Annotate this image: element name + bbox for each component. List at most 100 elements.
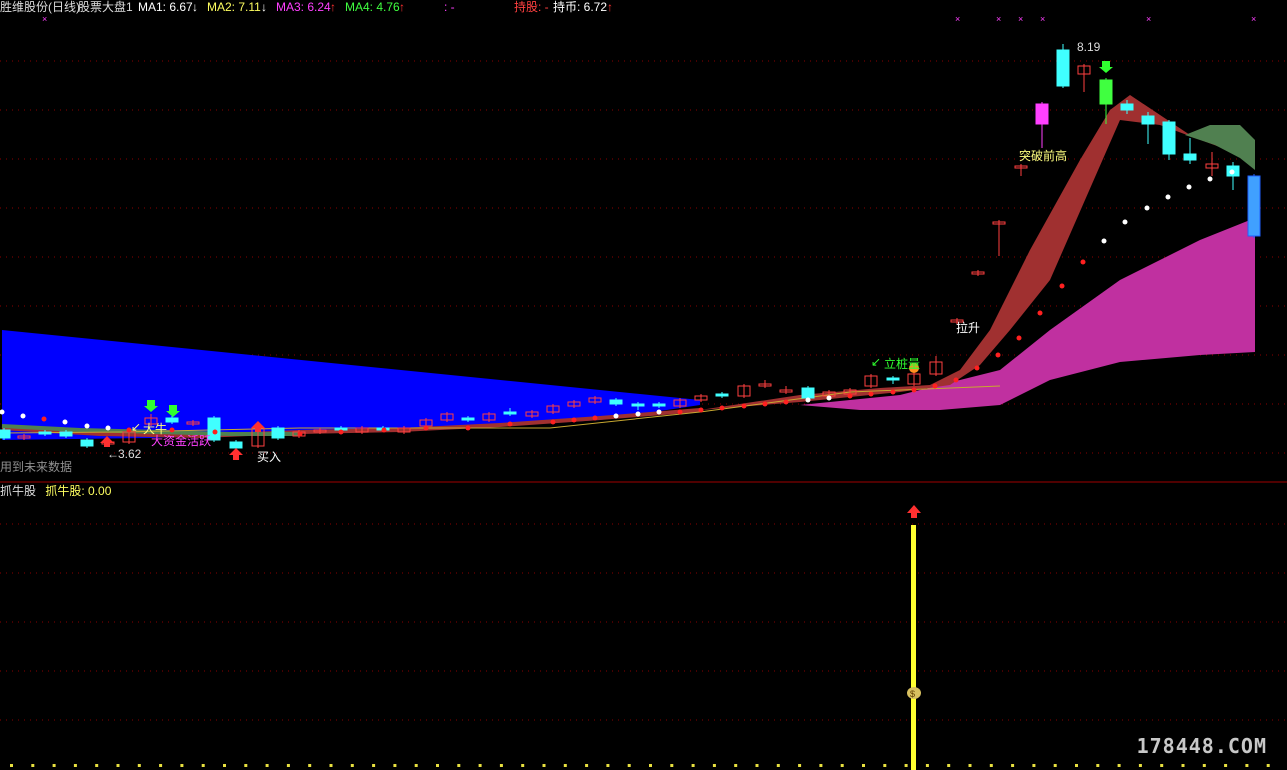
red-dot — [783, 399, 789, 405]
bottom-dot — [904, 764, 908, 767]
bottom-dot — [542, 764, 546, 767]
candle-body — [59, 431, 73, 437]
white-dot — [20, 413, 26, 419]
bottom-dot — [1245, 764, 1249, 767]
bottom-dot — [1075, 764, 1078, 767]
hold-cash-arrow-icon: ↑ — [607, 0, 613, 14]
bottom-dot — [265, 764, 269, 767]
red-dot — [550, 419, 556, 425]
bottom-dot — [1202, 764, 1206, 767]
red-dot — [698, 407, 704, 413]
sub-panel-value: 抓牛股: 0.00 — [45, 484, 112, 498]
svg-text:×: × — [42, 14, 47, 24]
bottom-dot — [734, 764, 738, 767]
candle-body — [1183, 153, 1197, 161]
white-dot — [1207, 176, 1213, 182]
bottom-dot — [1053, 764, 1057, 767]
bottom-dot — [755, 764, 759, 767]
bottom-dot — [840, 764, 844, 767]
green-band — [1185, 125, 1255, 170]
bottom-dot — [95, 764, 99, 767]
red-dot — [762, 401, 768, 407]
ma1-value: MA1: 6.67 — [138, 0, 193, 14]
red-dot — [995, 352, 1001, 358]
candle-body — [271, 427, 285, 439]
hold-stock: 持股: - — [514, 0, 549, 14]
bottom-dot — [1181, 764, 1185, 767]
bottom-dot — [670, 764, 674, 767]
white-dot — [1101, 238, 1107, 244]
pull-up-label: 拉升 — [956, 321, 981, 335]
candle-body — [229, 441, 243, 449]
high-price-label: 8.19 — [1077, 40, 1101, 54]
svg-text:×: × — [1040, 14, 1045, 24]
big-fund-label: 大资金活跃 — [151, 434, 212, 448]
white-dot — [805, 397, 811, 403]
dash-value: : - — [444, 0, 455, 14]
sub-panel-header: 抓牛股 抓牛股: 0.00 — [0, 484, 111, 498]
candle-body — [1141, 115, 1155, 125]
white-dot — [826, 395, 832, 401]
bottom-dot — [478, 764, 482, 767]
bottom-dot — [712, 764, 716, 767]
red-arrow-up-icon — [907, 505, 921, 518]
white-dot — [656, 409, 662, 415]
bottom-dot — [627, 764, 631, 767]
bottom-dot — [585, 764, 589, 767]
red-dot — [932, 383, 938, 389]
white-dot — [1122, 219, 1128, 225]
red-dot — [847, 393, 853, 399]
stock-title: 胜维股份(日线) — [0, 0, 80, 14]
signal-bar — [911, 525, 916, 770]
candle-body — [652, 403, 666, 407]
buy-label: 买入 — [257, 450, 282, 464]
ma2-value: MA2: 7.11 — [207, 0, 261, 14]
white-dot — [62, 419, 68, 425]
svg-text:×: × — [996, 14, 1001, 24]
bottom-dot — [521, 764, 525, 767]
bottom-dot — [1011, 764, 1015, 767]
red-dot — [1059, 283, 1065, 289]
magenta-band — [800, 218, 1255, 410]
svg-text:×: × — [955, 14, 960, 24]
bottom-dot — [159, 764, 163, 767]
bottom-dot — [925, 764, 929, 767]
svg-text:×: × — [1251, 14, 1256, 24]
red-arrow-up-icon — [229, 448, 243, 460]
bottom-dot — [798, 764, 802, 767]
low-price-label: 3.62 — [118, 447, 142, 461]
bottom-dot — [372, 764, 376, 767]
candle-body — [631, 403, 645, 407]
red-dot — [41, 416, 47, 422]
bottom-dot — [989, 764, 993, 767]
bottom-dot — [883, 764, 887, 767]
white-dot — [84, 423, 90, 429]
candle-body — [1035, 103, 1049, 125]
red-dot — [953, 377, 959, 383]
white-dot — [1229, 169, 1235, 175]
svg-text:×: × — [1146, 14, 1151, 24]
candle-body — [165, 417, 179, 423]
white-dot — [1144, 205, 1150, 211]
green-arrow-down-icon — [1099, 61, 1113, 73]
white-dot — [1165, 194, 1171, 200]
bottom-dot — [1160, 764, 1164, 767]
bottom-dot — [52, 764, 56, 767]
ma4-arrow-icon: ↑ — [399, 0, 405, 14]
future-data-label: 用到未来数据 — [0, 460, 73, 474]
red-dot — [1016, 335, 1022, 341]
white-dot — [1186, 184, 1192, 190]
white-dot — [613, 413, 619, 419]
bottom-dot — [1096, 764, 1100, 767]
kline-chart[interactable]: × × × × × × × $ — [0, 0, 1287, 770]
bottom-dot — [1266, 764, 1270, 767]
bottom-dot — [563, 764, 567, 767]
bottom-dot — [862, 764, 865, 767]
red-dot — [1037, 310, 1043, 316]
bottom-dot — [1138, 764, 1142, 767]
bottom-dot — [201, 764, 205, 767]
bottom-dot — [223, 764, 226, 767]
bottom-dot — [137, 764, 141, 767]
bottom-dot — [286, 764, 290, 767]
candle-body — [0, 429, 11, 439]
